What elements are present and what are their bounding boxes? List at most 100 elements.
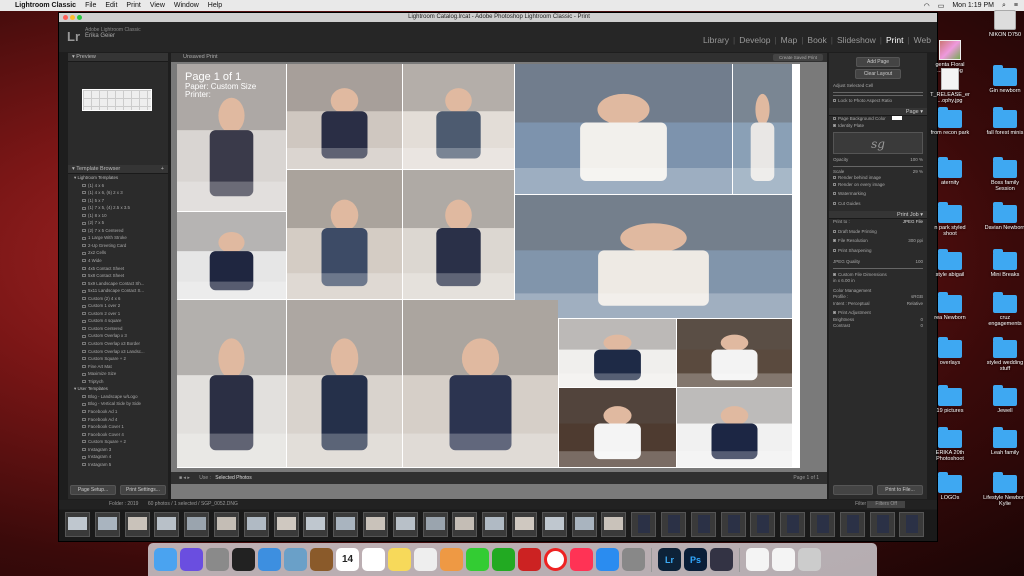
filmstrip-thumbnail[interactable] [839,512,865,537]
print-to-selector[interactable]: JPEG File [903,219,923,226]
desktop-icon-folder[interactable]: Boss family Session [983,157,1024,192]
user-template-item[interactable]: Custom Square + 2 [74,438,168,446]
template-item[interactable]: 4x5 Contact Sheet [74,265,168,273]
template-item[interactable]: (2) 7 x 5 Centered [74,227,168,235]
checkbox-checked[interactable] [833,311,836,315]
filmstrip-thumbnail[interactable] [750,512,776,537]
user-template-item[interactable]: Instagram 5 [74,461,168,469]
no-entry-icon[interactable] [544,548,567,571]
clear-layout-button[interactable]: Clear Layout [854,69,902,79]
dashboard-icon[interactable] [232,548,255,571]
template-item[interactable]: Triptych [74,378,168,386]
template-item[interactable]: 4 Wide [74,257,168,265]
print-sheet[interactable]: Page 1 of 1 Paper: Custom Size Printer: [177,64,800,468]
watermarking-row[interactable]: Watermarking [829,191,927,198]
template-item[interactable]: Custom (2) 4 x 6 [74,295,168,303]
folder-user-templates[interactable]: ▾ User Templates [74,385,168,393]
documents-icon[interactable] [746,548,769,571]
filmstrip-thumbnail[interactable] [65,512,90,537]
print-to-file-button[interactable]: Print to File... [877,485,923,495]
filmstrip-thumbnail[interactable] [184,512,210,537]
menu-file[interactable]: File [85,2,96,9]
print-to-row[interactable]: Print to : JPEG File [829,219,927,226]
desktop-icon-folder[interactable]: rea Newborn [928,292,972,321]
menu-window[interactable]: Window [174,2,199,9]
lightroom-icon[interactable]: Lr [658,548,681,571]
file-res-value[interactable]: 300 ppi [908,238,923,245]
intent-row[interactable]: Intent : Perceptual Relative [829,301,927,308]
checkbox[interactable] [833,182,836,186]
checkbox-checked[interactable] [833,272,836,276]
desktop-icon-folder[interactable]: Mini Breaks [983,249,1024,278]
desktop-icon-folder[interactable]: styled wedding stuff [983,337,1024,372]
identity-plate-preview[interactable]: sg [833,132,923,154]
identity-plate-row[interactable]: Identity Plate [829,123,927,130]
reminders-icon[interactable] [362,548,385,571]
menu-help[interactable]: Help [208,2,222,9]
page-setup-button[interactable]: Page Setup... [70,485,116,495]
draft-mode-row[interactable]: Draft Mode Printing [829,229,927,236]
use-selector[interactable]: Selected Photos [215,475,251,481]
template-item[interactable]: Custom Centered [74,325,168,333]
print-sharpening-row[interactable]: Print Sharpening [829,248,927,255]
desktop-icon-folder[interactable]: Leah family [983,427,1024,456]
facetime-icon[interactable] [492,548,515,571]
checkbox[interactable] [833,192,836,196]
jpeg-quality-slider[interactable] [833,267,923,269]
music-icon[interactable] [570,548,593,571]
add-template-icon[interactable]: + [161,165,168,174]
intent-perceptual[interactable]: Perceptual [848,301,870,306]
desktop-icon-folder[interactable]: fall forest minis [983,107,1024,136]
filmstrip-thumbnail[interactable] [512,512,537,537]
filmstrip-thumbnail[interactable] [482,512,508,537]
template-browser-header[interactable]: ▾ Template Browser + [68,165,168,174]
system-prefs-icon[interactable] [622,548,645,571]
opacity-row[interactable]: Opacity 100 % [829,157,927,164]
trash-icon[interactable] [798,548,821,571]
template-item[interactable]: 5x11 Landscape Contact S... [74,287,168,295]
filmstrip-thumbnail[interactable] [571,512,597,537]
filmstrip-folder[interactable]: Folder : 2019 [109,501,138,507]
template-item[interactable]: Custom 2 over 1 [74,310,168,318]
photobooth-icon[interactable] [518,548,541,571]
print-photo-cell[interactable] [177,212,286,299]
print-photo-cell[interactable] [403,300,558,467]
template-item[interactable]: 2-Up Greeting Card [74,242,168,250]
checkbox[interactable] [833,176,836,180]
print-photo-cell[interactable] [733,64,792,194]
module-map[interactable]: Map [777,35,802,45]
cut-guides-row[interactable]: Cut Guides [829,201,927,208]
module-print[interactable]: Print [882,35,907,45]
filmstrip-thumbnail[interactable] [810,512,835,537]
print-photo-cell[interactable] [403,64,514,169]
jpeg-quality-row[interactable]: JPEG Quality 100 [829,259,927,266]
checkbox-checked[interactable] [833,239,836,243]
user-template-item[interactable]: Instagram 4 [74,453,168,461]
page-section-header[interactable]: Page ▾ [829,108,927,116]
folder-lightroom-templates[interactable]: ▾ Lightroom Templates [74,174,168,182]
checkbox-checked[interactable] [833,123,836,127]
print-photo-cell[interactable] [677,388,792,467]
menu-app-name[interactable]: Lightroom Classic [15,2,76,9]
template-item[interactable]: 2x2 Cells [74,249,168,257]
launchpad-icon[interactable] [206,548,229,571]
opacity-slider[interactable] [833,165,923,167]
user-template-item[interactable]: Facebook Cover 1 [74,423,168,431]
calendar-icon[interactable]: 14 [336,548,359,571]
template-item[interactable]: (1) 4 x 6, (6) 2 x 3 [74,189,168,197]
user-template-item[interactable]: Facebook Cover 4 [74,431,168,439]
print-photo-cell[interactable] [559,319,676,387]
user-template-item[interactable]: Facebook Ad 1 [74,408,168,416]
user-template-item[interactable]: Facebook Ad 4 [74,416,168,424]
print-job-header[interactable]: Print Job ▾ [829,211,927,219]
notes-icon[interactable] [388,548,411,571]
desktop-icon-doc[interactable]: T_RELEASE_er ...ophy.jpg [928,68,972,104]
desktop-icon-folder[interactable]: Davian Newborn [983,202,1024,231]
template-item[interactable]: Custom 1 over 2 [74,302,168,310]
module-develop[interactable]: Develop [735,35,774,45]
zoom-window-button[interactable] [77,15,82,20]
filmstrip-thumbnail[interactable] [124,512,150,537]
photos-icon[interactable] [414,548,437,571]
desktop-icon-folder[interactable]: n park styled shoot [928,202,972,237]
desktop-icon-drive[interactable]: NIKON D750 [983,10,1024,38]
